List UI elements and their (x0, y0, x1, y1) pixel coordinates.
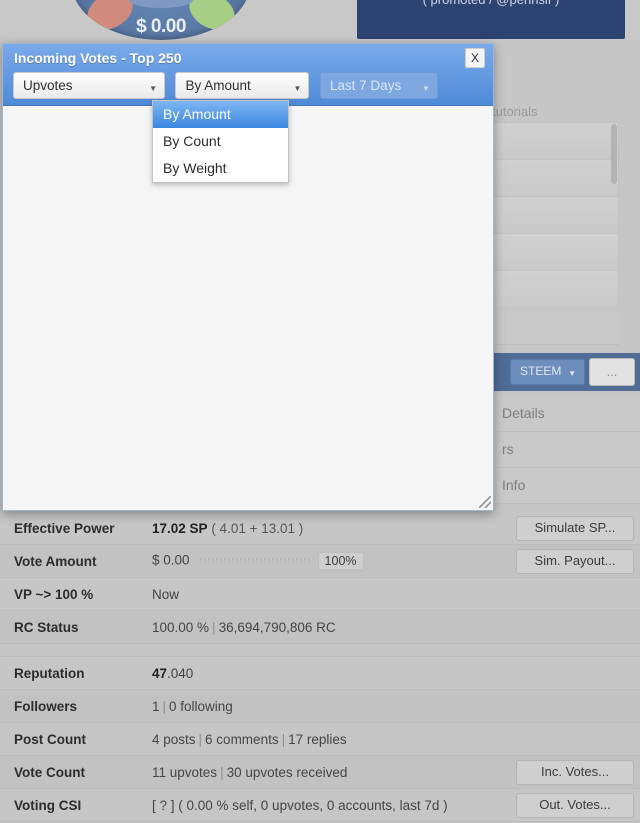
close-icon[interactable]: X (465, 48, 485, 68)
chevron-down-icon: ▼ (568, 369, 576, 378)
background-list (492, 122, 619, 308)
vote-type-label: Upvotes (23, 78, 73, 93)
table-section-gap (0, 644, 640, 657)
table-row: Vote Count 11 upvotes | 30 upvotes receive… (0, 756, 640, 789)
steem-currency-label: STEEM (520, 364, 562, 378)
chevron-down-icon: ▼ (293, 84, 302, 93)
row-label: Vote Amount (14, 553, 97, 569)
more-options-button[interactable]: ... (589, 358, 635, 386)
row-label: Vote Count (14, 764, 85, 780)
incoming-votes-button[interactable]: Inc. Votes... (516, 760, 634, 785)
background-header: $ 0.00 y ( promoted / @pennsif ) (0, 0, 640, 40)
outgoing-votes-button[interactable]: Out. Votes... (516, 793, 634, 818)
simulate-sp-button[interactable]: Simulate SP... (516, 516, 634, 541)
chevron-down-icon: ▼ (149, 84, 157, 93)
sort-by-dropdown[interactable]: By Amount ▼ (175, 72, 310, 99)
list-item[interactable] (493, 197, 618, 234)
list-item[interactable] (493, 234, 618, 271)
table-row: Followers 1 | 0 following (0, 690, 640, 723)
row-value: 100.00 % | 36,694,790,806 RC (152, 619, 336, 635)
background-tab-tutorials[interactable]: tutorials (492, 104, 538, 119)
dropdown-option-by-count[interactable]: By Count (153, 128, 288, 155)
background-strip (492, 310, 619, 345)
row-label: Reputation (14, 665, 85, 681)
row-value: 47.040 (152, 665, 194, 681)
pie-amount-label: $ 0.00 (136, 16, 186, 37)
row-value: Now (152, 586, 180, 602)
sim-payout-button[interactable]: Sim. Payout... (516, 549, 634, 574)
promoted-banner: y ( promoted / @pennsif ) (357, 0, 625, 39)
table-row: RC Status 100.00 % | 36,694,790,806 RC (0, 611, 640, 644)
steem-currency-dropdown[interactable]: STEEM ▼ (510, 359, 585, 385)
table-row: Reputation 47.040 (0, 657, 640, 690)
app-root: $ 0.00 y ( promoted / @pennsif ) tutoria… (0, 0, 640, 823)
dialog-controls: Upvotes ▼ By Amount ▼ Last 7 Days ▼ (13, 72, 438, 99)
dropdown-option-by-weight[interactable]: By Weight (153, 155, 288, 182)
list-item[interactable] (493, 123, 618, 160)
sort-by-label: By Amount (185, 78, 251, 93)
vote-type-dropdown[interactable]: Upvotes ▼ (13, 72, 165, 99)
period-dropdown[interactable]: Last 7 Days ▼ (319, 72, 438, 99)
list-item[interactable] (493, 160, 618, 197)
list-item[interactable] (493, 271, 618, 308)
dropdown-option-by-amount[interactable]: By Amount (153, 101, 288, 128)
row-label: VP ~> 100 % (14, 586, 94, 602)
table-row: Post Count 4 posts | 6 comments | 17 replies (0, 723, 640, 756)
sort-by-dropdown-list[interactable]: By Amount By Count By Weight (152, 100, 289, 183)
row-label: RC Status (14, 619, 79, 635)
dialog-titlebar[interactable]: Incoming Votes - Top 250 X Upvotes ▼ By … (3, 44, 493, 106)
row-value: 1 | 0 following (152, 698, 233, 714)
row-value: 4 posts | 6 comments | 17 replies (152, 731, 347, 747)
account-stats-table: Effective Power 17.02 SP ( 4.01 + 13.01 … (0, 512, 640, 822)
row-label: Voting CSI (14, 797, 82, 813)
row-label: Effective Power (14, 520, 115, 536)
table-row: Voting CSI [ ? ] ( 0.00 % self, 0 upvote… (0, 789, 640, 822)
list-scrollbar[interactable] (611, 124, 617, 184)
resize-handle[interactable] (479, 496, 491, 508)
pie-notch (129, 0, 193, 8)
period-label: Last 7 Days (329, 78, 402, 93)
row-label: Post Count (14, 731, 86, 747)
vote-value-pie-widget: $ 0.00 (72, 0, 250, 40)
promoted-banner-subtitle: ( promoted / @pennsif ) (357, 0, 625, 7)
table-row: Effective Power 17.02 SP ( 4.01 + 13.01 … (0, 512, 640, 545)
table-row: Vote Amount $ 0.00 100% Sim. Payout... (0, 545, 640, 578)
table-row: VP ~> 100 % Now (0, 578, 640, 611)
dialog-title: Incoming Votes - Top 250 (14, 50, 182, 66)
row-label: Followers (14, 698, 78, 714)
chevron-down-icon: ▼ (421, 84, 430, 93)
